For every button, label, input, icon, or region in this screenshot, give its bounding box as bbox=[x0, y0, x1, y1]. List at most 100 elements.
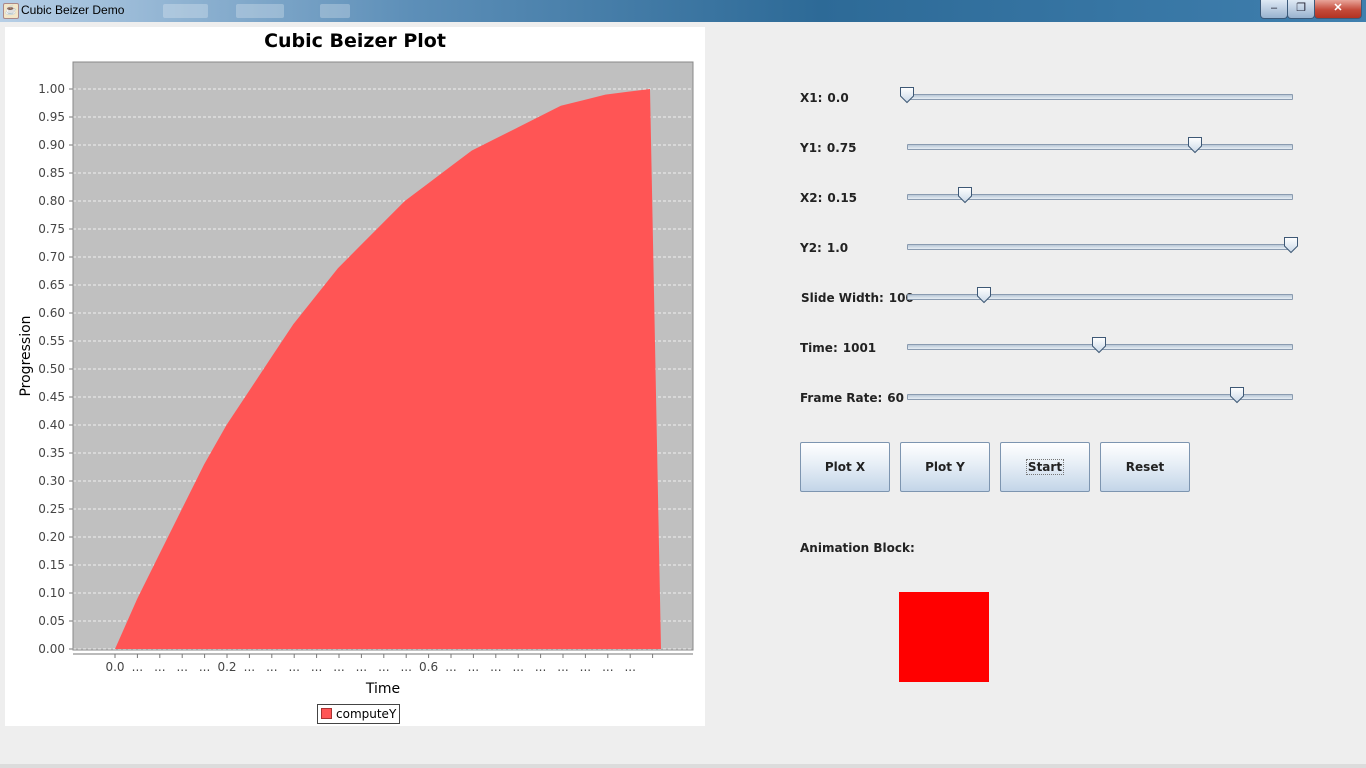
y-tick-label: 0.00 bbox=[38, 642, 65, 656]
slider-name: Y1: bbox=[800, 141, 822, 155]
java-cup-icon: ☕ bbox=[3, 3, 19, 19]
slider-label-4: Slide Width: 100 bbox=[801, 291, 914, 305]
chart-title: Cubic Beizer Plot bbox=[264, 30, 446, 52]
x-tick-label: ... bbox=[132, 660, 143, 674]
slider-label-2: X2: 0.15 bbox=[800, 191, 857, 205]
y-tick-label: 0.45 bbox=[38, 390, 65, 404]
x-tick-label: ... bbox=[176, 660, 187, 674]
y-tick-label: 0.20 bbox=[38, 530, 65, 544]
plot-y-label: Plot Y bbox=[925, 460, 965, 474]
slider-name: Slide Width: bbox=[801, 291, 884, 305]
slider-thumb[interactable] bbox=[1229, 386, 1245, 404]
slider-thumb[interactable] bbox=[1283, 236, 1299, 254]
x-tick-label: ... bbox=[400, 660, 411, 674]
x-tick-label: 0.2 bbox=[217, 660, 236, 674]
chart-legend: computeY bbox=[317, 704, 401, 724]
maximize-button[interactable]: ❐ bbox=[1287, 0, 1315, 19]
legend-swatch bbox=[321, 708, 332, 719]
plot-x-label: Plot X bbox=[824, 460, 866, 474]
y-tick-label: 0.30 bbox=[38, 474, 65, 488]
slider-label-5: Time: 1001 bbox=[800, 341, 876, 355]
animation-block-label: Animation Block: bbox=[800, 541, 915, 555]
x-tick-label: ... bbox=[244, 660, 255, 674]
reset-label: Reset bbox=[1125, 460, 1165, 474]
y-tick-label: 0.35 bbox=[38, 446, 65, 460]
x-tick-label: ... bbox=[468, 660, 479, 674]
slider-5[interactable] bbox=[907, 336, 1293, 356]
x-tick-label: ... bbox=[199, 660, 210, 674]
start-label: Start bbox=[1025, 459, 1065, 475]
slider-track[interactable] bbox=[907, 144, 1293, 150]
y-tick-label: 0.70 bbox=[38, 250, 65, 264]
slider-name: Y2: bbox=[800, 241, 822, 255]
faded-taskbar-thumbnail bbox=[236, 4, 284, 18]
y-tick-label: 0.55 bbox=[38, 334, 65, 348]
y-tick-label: 0.95 bbox=[38, 110, 65, 124]
slider-4[interactable] bbox=[907, 286, 1293, 306]
x-tick-label: ... bbox=[580, 660, 591, 674]
slider-value: 0.15 bbox=[827, 191, 858, 205]
slider-1[interactable] bbox=[907, 136, 1293, 156]
y-tick-label: 0.90 bbox=[38, 138, 65, 152]
x-tick-label: 0.6 bbox=[419, 660, 438, 674]
slider-3[interactable] bbox=[907, 236, 1298, 256]
x-tick-label: ... bbox=[557, 660, 568, 674]
slider-track[interactable] bbox=[907, 94, 1293, 100]
x-tick-label: ... bbox=[490, 660, 501, 674]
slider-name: X2: bbox=[800, 191, 823, 205]
y-tick-label: 0.15 bbox=[38, 558, 65, 572]
slider-label-1: Y1: 0.75 bbox=[800, 141, 856, 155]
reset-button[interactable]: Reset bbox=[1100, 442, 1190, 492]
start-button[interactable]: Start bbox=[1000, 442, 1090, 492]
x-tick-label: ... bbox=[311, 660, 322, 674]
slider-label-6: Frame Rate: 60 bbox=[800, 391, 904, 405]
minimize-button[interactable]: – bbox=[1260, 0, 1288, 19]
x-axis-label: Time bbox=[365, 681, 400, 697]
slider-0[interactable] bbox=[900, 86, 1293, 106]
slider-track[interactable] bbox=[907, 294, 1293, 300]
x-tick-label: ... bbox=[266, 660, 277, 674]
y-tick-label: 0.65 bbox=[38, 278, 65, 292]
slider-6[interactable] bbox=[907, 386, 1293, 406]
slider-thumb[interactable] bbox=[899, 86, 915, 104]
slider-name: Time: bbox=[800, 341, 838, 355]
slider-track[interactable] bbox=[907, 244, 1293, 250]
y-tick-label: 0.75 bbox=[38, 222, 65, 236]
slider-thumb[interactable] bbox=[957, 186, 973, 204]
slider-value: 60 bbox=[887, 391, 904, 405]
x-tick-label: ... bbox=[445, 660, 456, 674]
bezier-chart: 0.00 0.05 0.10 0.15 0.20 0.25 0.30 0.35 0.40 0.45… bbox=[18, 61, 694, 697]
x-tick-label: ... bbox=[154, 660, 165, 674]
slider-thumb[interactable] bbox=[976, 286, 992, 304]
y-tick-label: 0.60 bbox=[38, 306, 65, 320]
x-tick-label: ... bbox=[624, 660, 635, 674]
y-tick-label: 0.10 bbox=[38, 586, 65, 600]
animation-block bbox=[899, 592, 989, 682]
x-tick-label: ... bbox=[602, 660, 613, 674]
x-tick-label: ... bbox=[378, 660, 389, 674]
slider-thumb[interactable] bbox=[1187, 136, 1203, 154]
y-axis-label: Progression bbox=[18, 315, 34, 396]
y-tick-label: 0.40 bbox=[38, 418, 65, 432]
faded-taskbar-thumbnail bbox=[163, 4, 208, 18]
slider-name: X1: bbox=[800, 91, 823, 105]
x-tick-label: 0.0 bbox=[105, 660, 124, 674]
chart-panel: 0.00 0.05 0.10 0.15 0.20 0.25 0.30 0.35 0.40 0.45… bbox=[5, 27, 705, 726]
slider-thumb[interactable] bbox=[1091, 336, 1107, 354]
title-bar: ☕ Cubic Beizer Demo – ❐ ✕ bbox=[0, 0, 1366, 22]
faded-taskbar-thumbnail bbox=[320, 4, 350, 18]
y-tick-label: 1.00 bbox=[38, 82, 65, 96]
x-tick-label: ... bbox=[535, 660, 546, 674]
y-tick-label: 0.25 bbox=[38, 502, 65, 516]
slider-2[interactable] bbox=[907, 186, 1293, 206]
y-tick-label: 0.50 bbox=[38, 362, 65, 376]
plot-x-button[interactable]: Plot X bbox=[800, 442, 890, 492]
slider-value: 1001 bbox=[842, 341, 877, 355]
close-button[interactable]: ✕ bbox=[1314, 0, 1362, 19]
y-tick-label: 0.85 bbox=[38, 166, 65, 180]
x-tick-label: ... bbox=[333, 660, 344, 674]
slider-label-0: X1: 0.0 bbox=[800, 91, 849, 105]
slider-value: 1.0 bbox=[826, 241, 849, 255]
plot-y-button[interactable]: Plot Y bbox=[900, 442, 990, 492]
x-tick-label: ... bbox=[288, 660, 299, 674]
